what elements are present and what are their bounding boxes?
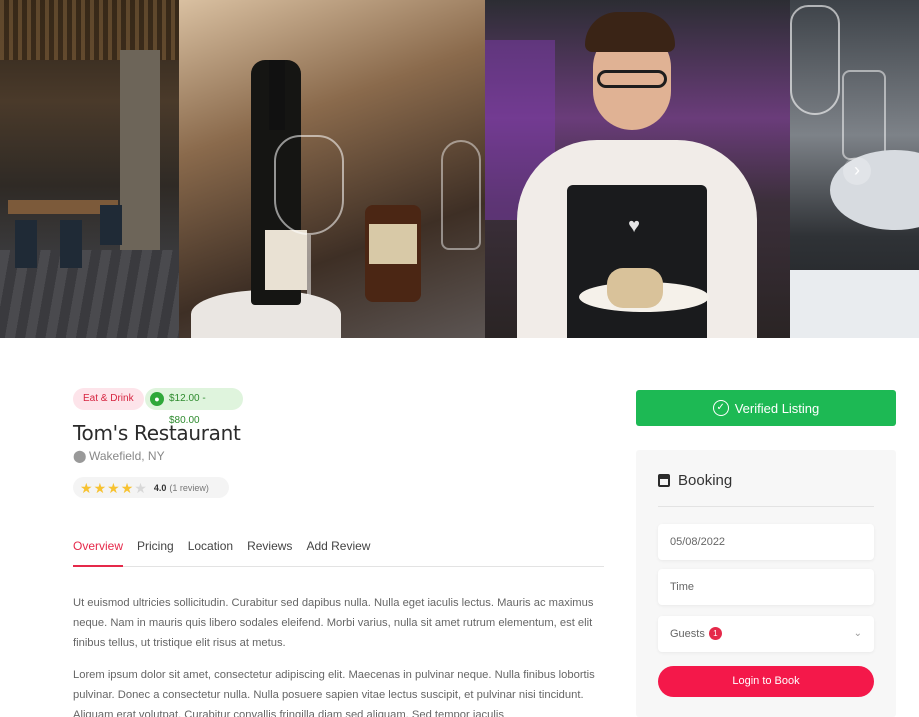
photo-detail-plate [830, 150, 919, 230]
listing-tabs: Overview Pricing Location Reviews Add Re… [73, 539, 604, 567]
check-circle-icon: ✓ [712, 400, 729, 416]
photo-detail-chair [100, 205, 122, 245]
tab-location[interactable]: Location [188, 539, 233, 567]
review-count: (1 review) [169, 482, 209, 493]
divider [658, 506, 874, 507]
location-text: Wakefield, NY [89, 449, 165, 463]
photo-detail-bottle-label [265, 230, 307, 290]
gallery-photo-waiter[interactable]: ♥ [485, 0, 790, 338]
chevron-right-icon[interactable]: › [843, 157, 871, 185]
listing-title: Tom's Restaurant [73, 421, 241, 445]
rating-summary[interactable]: ★ ★ ★ ★ ★ 4.0 (1 review) [73, 477, 229, 498]
photo-detail-wine-glass [790, 5, 840, 115]
star-empty-icon: ★ [134, 479, 147, 496]
overview-paragraph: Lorem ipsum dolor sit amet, consectetur … [73, 669, 595, 717]
photo-detail-apron [567, 185, 707, 338]
photo-detail-wine-glass [441, 140, 481, 250]
photo-detail-hair [585, 12, 675, 52]
photo-detail-bottle-neck [269, 60, 285, 130]
tab-overview[interactable]: Overview [73, 539, 124, 567]
tag-icon: ● [150, 392, 164, 406]
time-field[interactable]: Time [658, 569, 874, 605]
guests-dropdown[interactable]: Guests 1 ⌄ [658, 616, 874, 652]
verified-listing-badge: ✓ Verified Listing [636, 390, 896, 426]
price-range-badge: ● $12.00 - $80.00 [145, 388, 243, 426]
star-icon: ★ [120, 479, 134, 496]
photo-detail-glasses [597, 70, 667, 88]
login-to-book-button[interactable]: Login to Book [658, 666, 874, 697]
booking-header: Booking [658, 472, 732, 489]
listing-location[interactable]: ⬤ Wakefield, NY [73, 449, 165, 463]
calendar-icon [658, 474, 670, 487]
star-icon: ★ [93, 479, 107, 496]
photo-detail-wine-glass [274, 135, 344, 235]
photo-detail-jar-label [369, 224, 417, 264]
chevron-down-icon: ⌄ [853, 628, 862, 639]
overview-paragraph: Ut euismod ultricies sollicitudin. Curab… [73, 597, 594, 649]
photo-detail-chair [60, 220, 82, 268]
guests-label: Guests [670, 628, 705, 640]
rating-value: 4.0 [153, 482, 167, 493]
gallery-photo-interior[interactable] [0, 0, 179, 338]
photo-detail-water-glass [842, 70, 886, 160]
photo-gallery: ♥ [0, 0, 919, 338]
star-icon: ★ [80, 479, 93, 496]
booking-title: Booking [678, 472, 733, 489]
photo-detail-glass-stem [307, 235, 311, 295]
photo-detail-pillar [120, 50, 160, 250]
photo-detail-chair [15, 220, 37, 268]
booking-widget: Booking 05/08/2022 Time Guests 1 ⌄ Login … [636, 450, 896, 717]
photo-detail-tablecloth [790, 270, 919, 338]
date-field[interactable]: 05/08/2022 [658, 524, 874, 560]
heart-icon: ♥ [628, 215, 640, 237]
tab-reviews[interactable]: Reviews [247, 539, 292, 567]
photo-detail-food [607, 268, 663, 308]
map-pin-icon: ⬤ [73, 449, 87, 463]
category-badge[interactable]: Eat & Drink [73, 388, 144, 410]
star-icon: ★ [107, 479, 120, 496]
gallery-photo-wine[interactable] [179, 0, 485, 338]
guests-count-badge: 1 [708, 627, 722, 640]
verified-label: Verified Listing [734, 400, 820, 416]
tab-pricing[interactable]: Pricing [137, 539, 174, 567]
tab-add-review[interactable]: Add Review [306, 539, 370, 567]
